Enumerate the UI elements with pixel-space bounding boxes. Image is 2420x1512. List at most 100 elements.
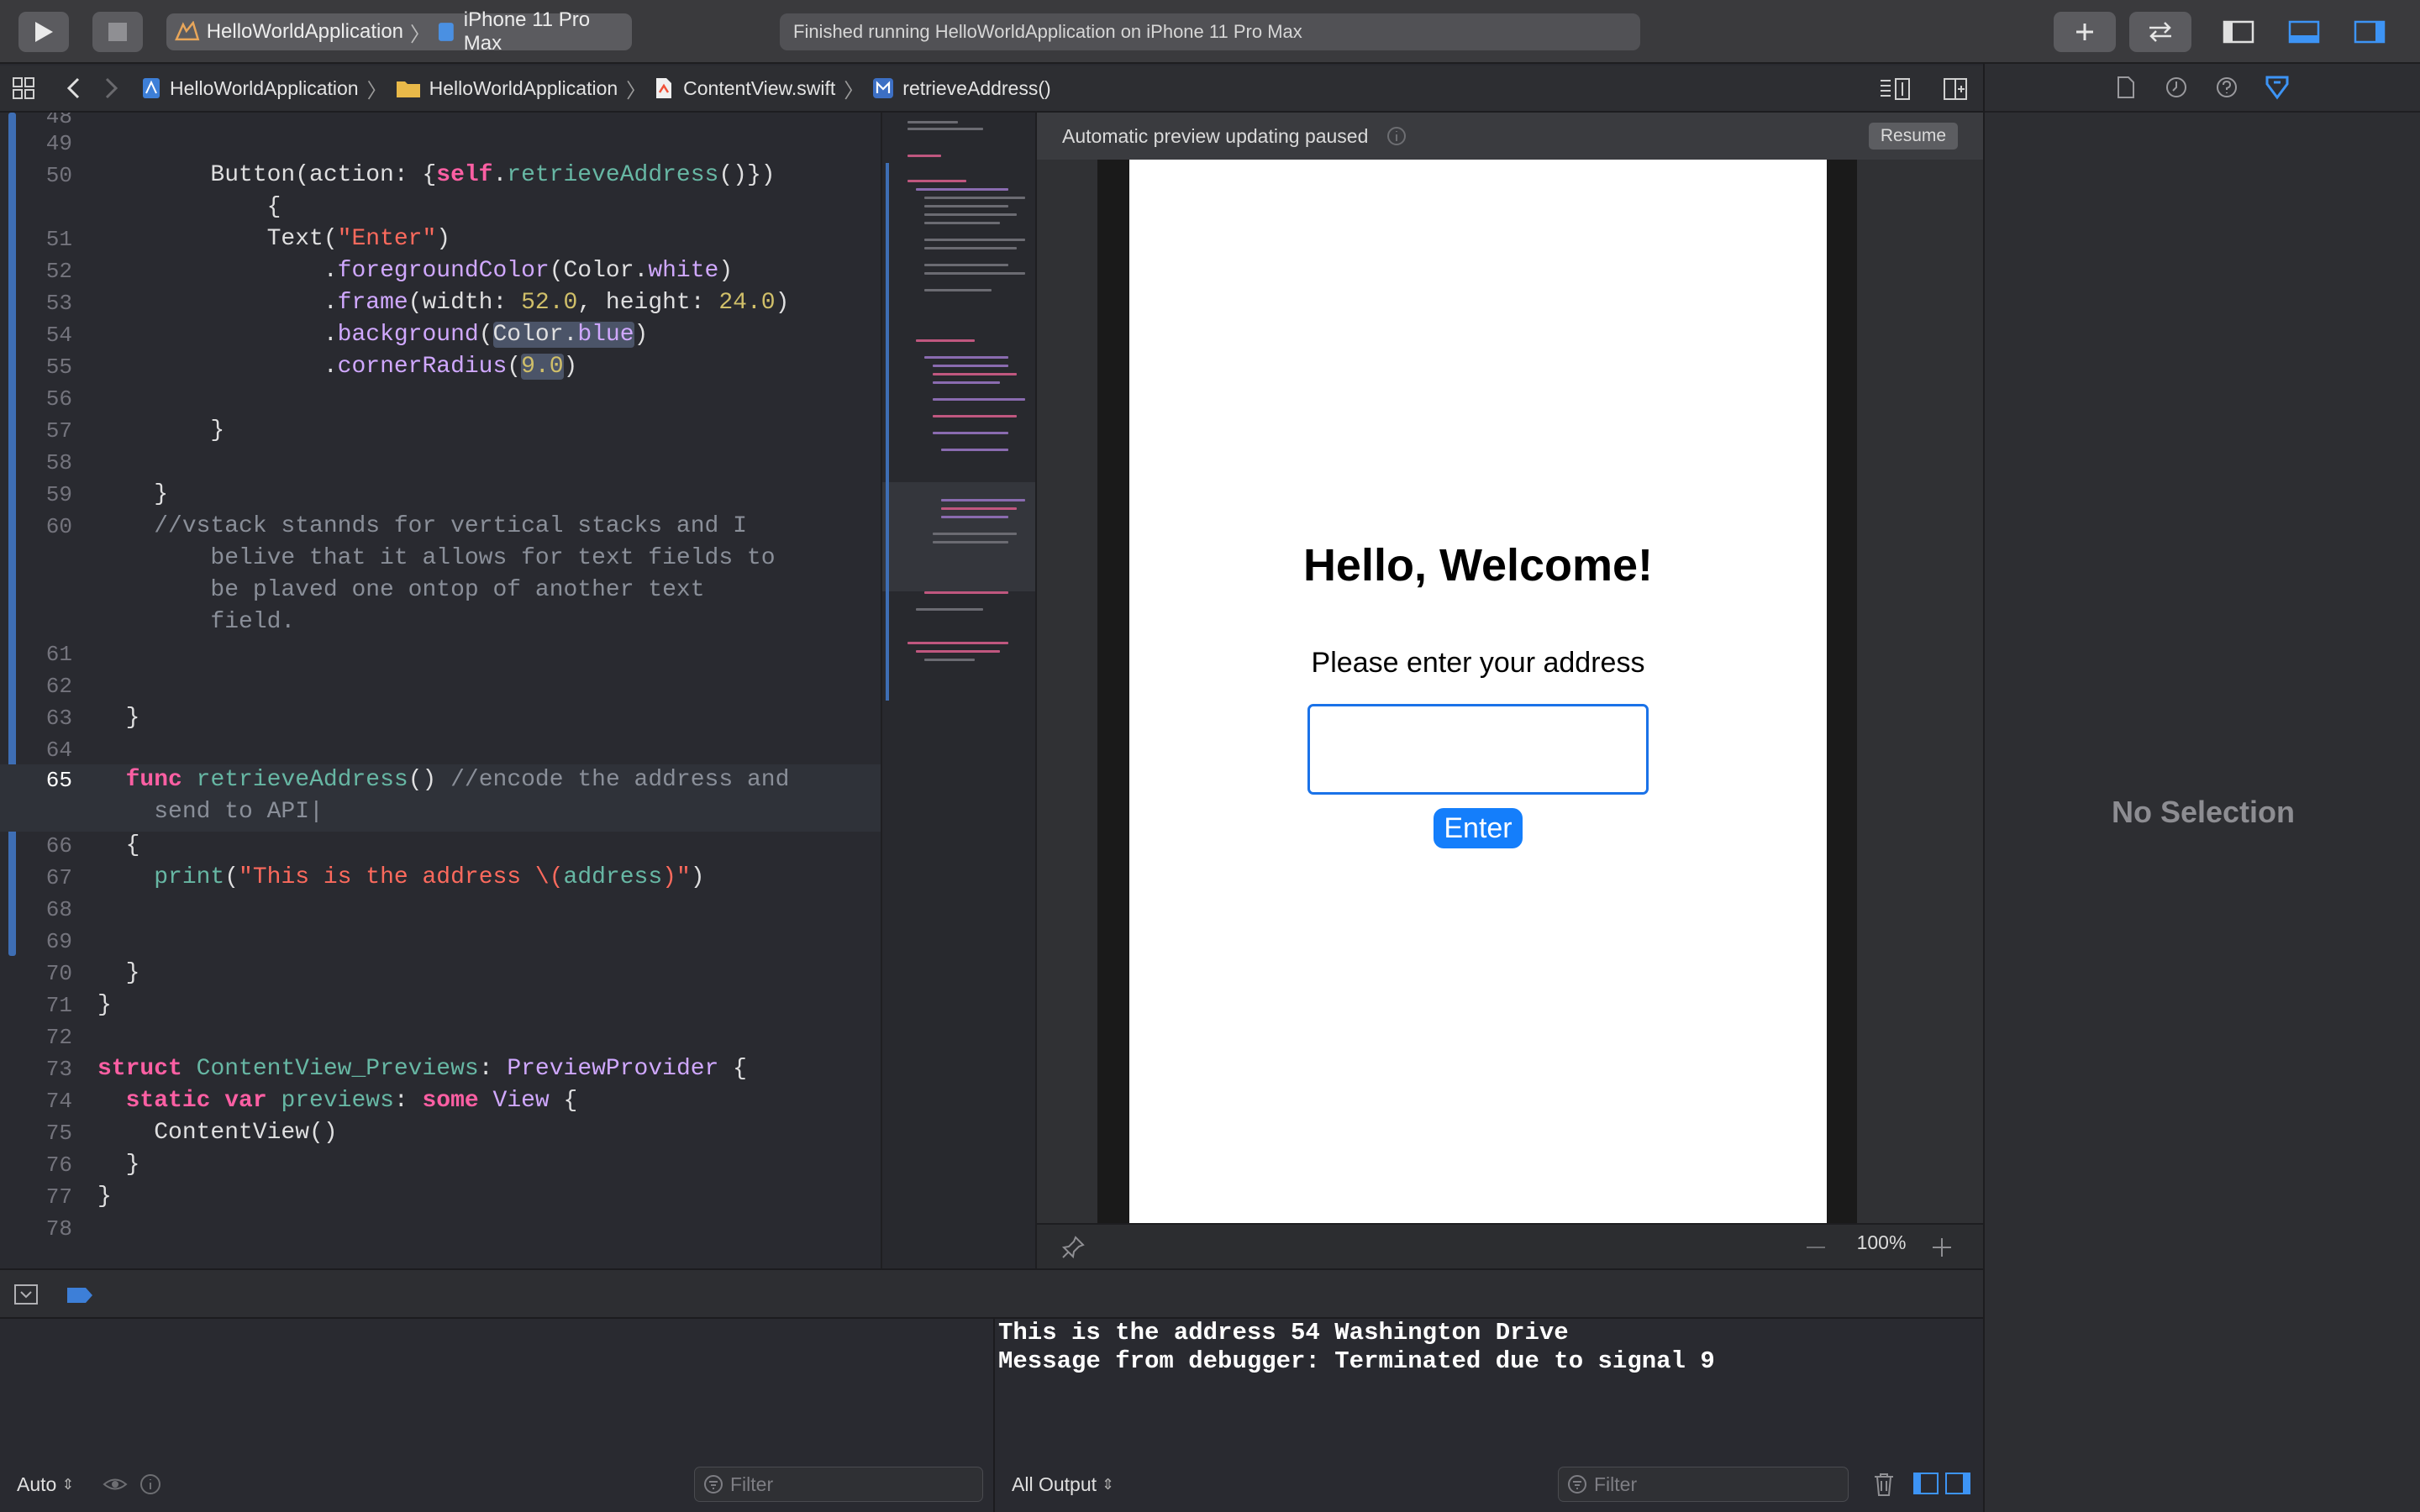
- split-view-right-icon[interactable]: [1944, 1472, 1971, 1495]
- output-scope-selector[interactable]: All Output ⇕: [1012, 1473, 1114, 1496]
- inspector-toggle-button[interactable]: [2344, 12, 2395, 52]
- history-icon[interactable]: [2165, 76, 2188, 99]
- line-number: 50: [45, 163, 72, 188]
- address-field[interactable]: [1307, 704, 1649, 795]
- console-line: Message from debugger: Terminated due to…: [998, 1347, 1715, 1375]
- library-button[interactable]: [2054, 12, 2116, 52]
- inspector-tabs: [1985, 64, 2420, 113]
- line-number: 75: [45, 1121, 72, 1146]
- console-filter[interactable]: Filter: [1558, 1467, 1849, 1502]
- line-number: 52: [45, 259, 72, 284]
- resume-button[interactable]: Resume: [1869, 123, 1958, 150]
- console-output[interactable]: This is the address 54 Washington Drive …: [997, 1319, 1983, 1512]
- line-number: 69: [45, 929, 72, 954]
- toolbar: HelloWorldApplication 〉 iPhone 11 Pro Ma…: [0, 0, 2420, 64]
- breadcrumb-group-label: HelloWorldApplication: [429, 76, 618, 99]
- line-number: 54: [45, 323, 72, 348]
- code-review-button[interactable]: [2129, 12, 2191, 52]
- add-editor-icon[interactable]: [1943, 77, 1968, 101]
- zoom-out-icon[interactable]: [1803, 1235, 1828, 1260]
- scheme-selector[interactable]: HelloWorldApplication 〉 iPhone 11 Pro Ma…: [166, 8, 632, 55]
- breadcrumb-file[interactable]: ContentView.swift: [655, 77, 835, 100]
- code-text: }: [97, 992, 112, 1018]
- code-text: static var previews: some View {: [125, 1088, 578, 1114]
- swap-icon: [2149, 22, 2171, 42]
- minimap-line: [924, 591, 1008, 594]
- line-number: 76: [45, 1152, 72, 1178]
- line-number: 72: [45, 1025, 72, 1050]
- minimap-line: [908, 180, 966, 182]
- breadcrumb-project[interactable]: HelloWorldApplication: [141, 77, 359, 100]
- source-editor[interactable]: 48 49 50 Button(action: {self.retrieveAd…: [0, 113, 881, 1268]
- line-number: 59: [45, 482, 72, 507]
- eye-icon[interactable]: [103, 1475, 128, 1494]
- navigator-toggle-button[interactable]: [2213, 12, 2264, 52]
- plus-icon: [2076, 24, 2093, 40]
- minimap[interactable]: [881, 113, 1035, 1268]
- enter-button[interactable]: Enter: [1434, 808, 1523, 848]
- minimap-line: [924, 272, 1025, 275]
- code-text: }: [97, 1184, 112, 1210]
- breadcrumb-separator: 〉: [366, 79, 387, 102]
- folder-icon: [396, 81, 420, 97]
- breadcrumb-group[interactable]: HelloWorldApplication: [396, 77, 618, 100]
- line-number: 70: [45, 961, 72, 986]
- attributes-icon[interactable]: [2264, 74, 2291, 101]
- minimap-line: [916, 650, 1000, 653]
- minimap-line: [908, 121, 958, 123]
- minimap-line: [924, 659, 975, 661]
- hide-debug-icon[interactable]: [13, 1284, 39, 1305]
- file-inspector-icon[interactable]: [2116, 76, 2136, 99]
- grid-icon[interactable]: [12, 76, 35, 100]
- zoom-level: 100%: [1856, 1231, 1907, 1253]
- minimap-change-bar: [886, 163, 889, 701]
- minimap-line: [933, 398, 1025, 401]
- info-icon[interactable]: [1386, 126, 1407, 146]
- minimap-line: [933, 415, 1017, 417]
- zoom-in-icon[interactable]: [1929, 1235, 1954, 1260]
- line-number: 78: [45, 1216, 72, 1242]
- inspector-pane: No Selection: [1983, 64, 2420, 1512]
- breadcrumb-method[interactable]: retrieveAddress(): [872, 77, 1051, 100]
- line-number: 60: [45, 514, 72, 539]
- minimap-line: [916, 188, 1008, 191]
- line-number: 61: [45, 642, 72, 667]
- line-number: 56: [45, 386, 72, 412]
- current-line[interactable]: 65 func retrieveAddress() //encode the a…: [0, 764, 881, 832]
- debug-toggle-button[interactable]: [2279, 12, 2329, 52]
- minimap-line: [941, 449, 1008, 451]
- iphone-icon: [439, 23, 454, 41]
- split-view-left-icon[interactable]: [1912, 1472, 1939, 1495]
- preview-canvas: Automatic preview updating paused Resume…: [1035, 113, 1985, 1268]
- preview-prompt: Please enter your address: [1311, 647, 1645, 679]
- line-number: 64: [45, 738, 72, 763]
- trash-icon[interactable]: [1872, 1472, 1896, 1497]
- minimap-line: [933, 541, 1008, 543]
- minimap-line: [924, 289, 992, 291]
- output-scope-label: All Output: [1012, 1473, 1097, 1495]
- variables-filter[interactable]: Filter: [694, 1467, 983, 1502]
- variables-view: Auto ⇕ Filter: [0, 1319, 995, 1512]
- help-icon[interactable]: [2215, 76, 2238, 99]
- debug-bar: [0, 1268, 1983, 1319]
- minimap-line: [924, 205, 1008, 207]
- stop-button[interactable]: [92, 12, 143, 52]
- line-number: 63: [45, 706, 72, 731]
- adjust-editor-icon[interactable]: [1879, 77, 1911, 101]
- variables-scope-selector[interactable]: Auto ⇕: [17, 1473, 74, 1496]
- minimap-line: [941, 507, 1017, 510]
- line-number: 67: [45, 865, 72, 890]
- device-screen: Hello, Welcome! Please enter your addres…: [1129, 160, 1827, 1223]
- minimap-line: [924, 197, 1025, 199]
- pin-icon[interactable]: [1060, 1235, 1086, 1260]
- back-icon[interactable]: [64, 76, 84, 100]
- run-icon: [35, 22, 53, 42]
- forward-icon[interactable]: [101, 76, 121, 100]
- minimap-line: [924, 247, 1017, 249]
- code-text: .cornerRadius(9.0): [97, 354, 578, 380]
- console-line: This is the address 54 Washington Drive: [998, 1319, 1569, 1347]
- breakpoint-icon[interactable]: [66, 1285, 94, 1305]
- line-number: 73: [45, 1057, 72, 1082]
- run-button[interactable]: [18, 12, 69, 52]
- info-icon[interactable]: [139, 1473, 161, 1495]
